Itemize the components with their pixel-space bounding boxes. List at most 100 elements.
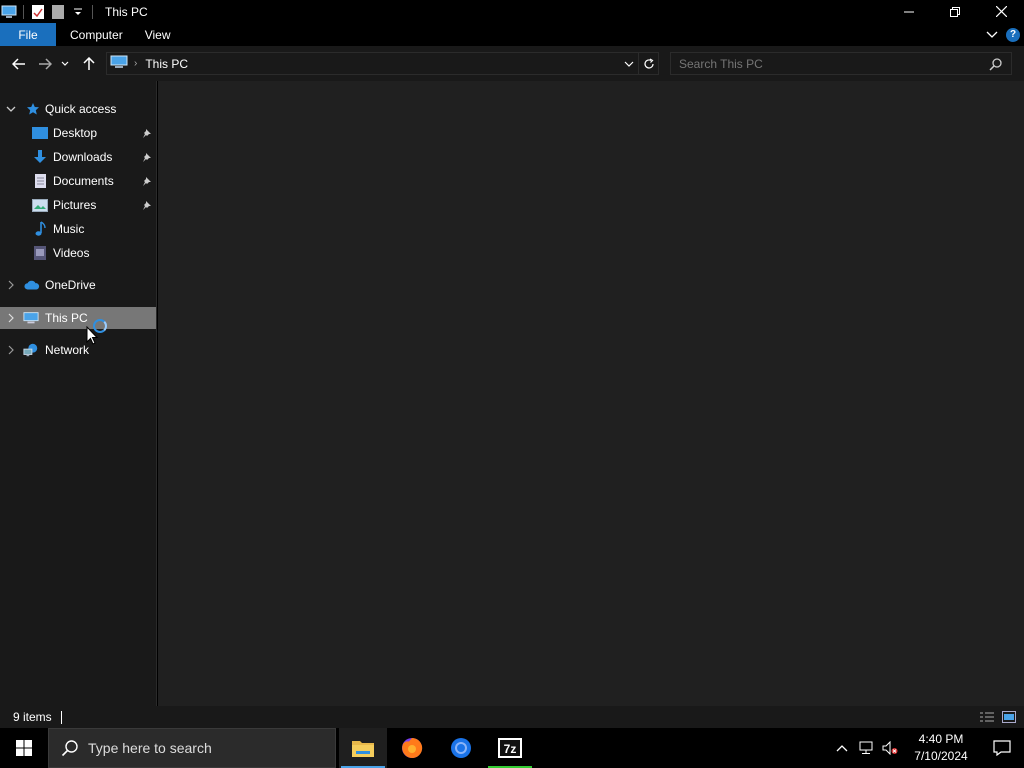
nav-item-pictures[interactable]: Pictures [0,194,156,216]
download-icon [32,149,48,165]
cloud-icon [24,277,40,293]
nav-label: Desktop [53,126,98,140]
nav-network[interactable]: Network [0,339,156,361]
refresh-icon[interactable] [638,53,658,74]
toolbar-divider [92,4,93,19]
close-button[interactable] [978,0,1024,23]
taskbar-chrome[interactable] [437,728,485,768]
nav-item-desktop[interactable]: Desktop [0,122,156,144]
tab-file[interactable]: File [0,23,56,46]
properties-icon[interactable] [30,4,46,20]
ribbon-tabs: File Computer View ? [0,23,1024,46]
nav-item-videos[interactable]: Videos [0,242,156,264]
clock-time: 4:40 PM [918,732,964,746]
close-icon [995,6,1007,17]
new-folder-icon[interactable] [50,4,66,20]
pin-icon[interactable] [141,127,153,139]
svg-text:7z: 7z [504,742,517,756]
search-box[interactable] [670,52,1012,75]
pin-icon[interactable] [141,199,153,211]
expand-ribbon-icon[interactable] [986,31,998,39]
nav-label: Music [53,222,85,236]
nav-item-downloads[interactable]: Downloads [0,146,156,168]
chevron-down-icon [61,61,69,66]
pin-icon[interactable] [141,175,153,187]
nav-this-pc[interactable]: This PC [0,307,156,329]
desktop-icon [32,125,48,141]
item-count: 9 items [13,710,52,724]
nav-label: Pictures [53,198,97,212]
chevron-down-icon[interactable] [5,103,17,115]
videos-icon [32,245,48,261]
restore-icon [950,6,960,17]
toolbar-divider [23,4,24,19]
back-button[interactable] [8,53,30,75]
loading-spinner-icon [93,319,107,333]
minimize-button[interactable] [886,0,932,23]
chevron-right-icon[interactable] [5,279,17,291]
nav-label: Downloads [53,150,113,164]
nav-label: Documents [53,174,114,188]
tab-view[interactable]: View [137,23,179,46]
taskbar-file-explorer[interactable] [339,728,387,768]
nav-onedrive[interactable]: OneDrive [0,274,156,296]
search-icon[interactable] [989,57,1003,74]
show-hidden-icons-icon[interactable] [830,728,854,768]
breadcrumb-this-pc[interactable]: This PC [145,57,188,71]
network-status-icon[interactable] [854,728,878,768]
music-icon [32,221,48,237]
nav-item-documents[interactable]: Documents [0,170,156,192]
chrome-icon [451,738,471,758]
nav-item-music[interactable]: Music [0,218,156,240]
system-tray: 4:40 PM 7/10/2024 [830,728,1024,768]
taskbar-firefox[interactable] [388,728,436,768]
title-bar: This PC [0,0,1024,23]
this-pc-icon [23,310,39,326]
firefox-icon [402,737,423,758]
clock[interactable]: 4:40 PM 7/10/2024 [902,731,980,765]
document-icon [32,173,48,189]
help-icon[interactable]: ? [1006,27,1020,42]
file-list-pane[interactable] [158,81,1024,706]
status-divider [60,710,62,724]
back-arrow-icon [12,57,25,70]
large-icons-view-icon[interactable] [1000,709,1018,725]
restore-button[interactable] [932,0,978,23]
recent-locations-button[interactable] [58,53,72,75]
taskbar: Type here to search 7z 4:40 PM 7/10/2024 [0,728,1024,768]
navigation-bar: › This PC [0,46,1024,81]
taskbar-search-box[interactable]: Type here to search [48,728,336,768]
nav-label: This PC [45,311,88,325]
this-pc-icon [1,4,17,20]
search-icon [60,738,80,758]
forward-arrow-icon [39,57,52,70]
windows-logo-icon [16,740,32,756]
chevron-right-icon[interactable] [5,312,17,324]
details-view-icon[interactable] [978,709,996,725]
taskbar-search-placeholder: Type here to search [88,740,212,756]
up-button[interactable] [78,53,100,75]
star-icon [25,101,41,117]
customize-toolbar-icon[interactable] [70,4,86,20]
7zip-icon: 7z [498,738,522,758]
volume-muted-icon[interactable] [878,728,902,768]
address-dropdown-icon[interactable] [620,61,638,67]
pictures-icon [32,197,48,213]
window-controls [886,0,1024,23]
search-input[interactable] [671,56,971,71]
pin-icon[interactable] [141,151,153,163]
navigation-pane: Quick access Desktop Downloads Documents… [0,81,157,706]
nav-quick-access[interactable]: Quick access [0,98,156,120]
nav-label: Videos [53,246,90,260]
clock-date: 7/10/2024 [914,749,968,763]
forward-button[interactable] [34,53,56,75]
start-button[interactable] [0,728,48,768]
file-explorer-icon [352,741,374,757]
breadcrumb-chevron-icon[interactable]: › [134,58,137,69]
tab-computer[interactable]: Computer [56,23,137,46]
chevron-right-icon[interactable] [5,344,17,356]
window-title: This PC [105,4,148,19]
taskbar-7zip[interactable]: 7z [486,728,534,768]
notification-center-icon[interactable] [980,728,1024,768]
address-bar[interactable]: › This PC [106,52,659,75]
